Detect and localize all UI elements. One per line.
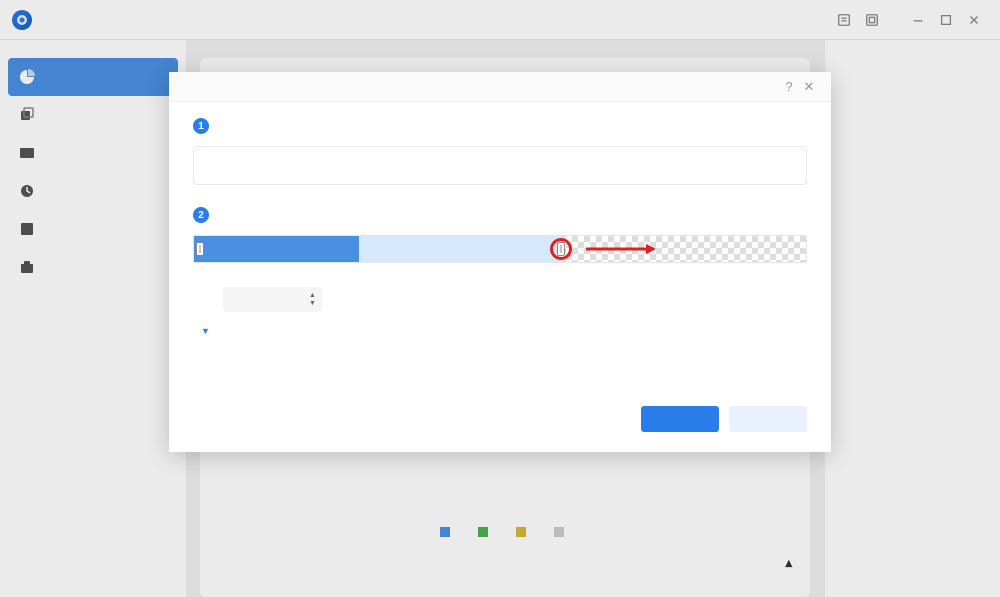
advanced-settings-link[interactable]: ▼ xyxy=(193,326,807,336)
step-1: 1 xyxy=(193,118,807,134)
help-icon[interactable]: ? xyxy=(779,77,799,97)
step-1-badge: 1 xyxy=(193,118,209,134)
disk-row xyxy=(193,146,807,185)
spinner-down-icon[interactable]: ▼ xyxy=(309,300,316,307)
step-2: 2 xyxy=(193,207,807,223)
partition-size-input[interactable]: ▲ ▼ xyxy=(223,287,322,312)
modal-close-icon[interactable]: ✕ xyxy=(799,77,819,97)
ok-button[interactable] xyxy=(641,406,719,432)
slider-handle-left[interactable] xyxy=(196,242,204,256)
slider-handle-right[interactable] xyxy=(557,242,565,256)
spinner-up-icon[interactable]: ▲ xyxy=(309,292,316,299)
chevron-down-icon: ▼ xyxy=(201,326,210,336)
resize-move-modal: ? ✕ 1 2 xyxy=(169,72,831,452)
step-2-badge: 2 xyxy=(193,207,209,223)
resize-slider[interactable] xyxy=(193,235,807,263)
cancel-button[interactable] xyxy=(729,406,807,432)
disk-info xyxy=(196,149,276,182)
modal-overlay: ? ✕ 1 2 xyxy=(0,0,1000,597)
